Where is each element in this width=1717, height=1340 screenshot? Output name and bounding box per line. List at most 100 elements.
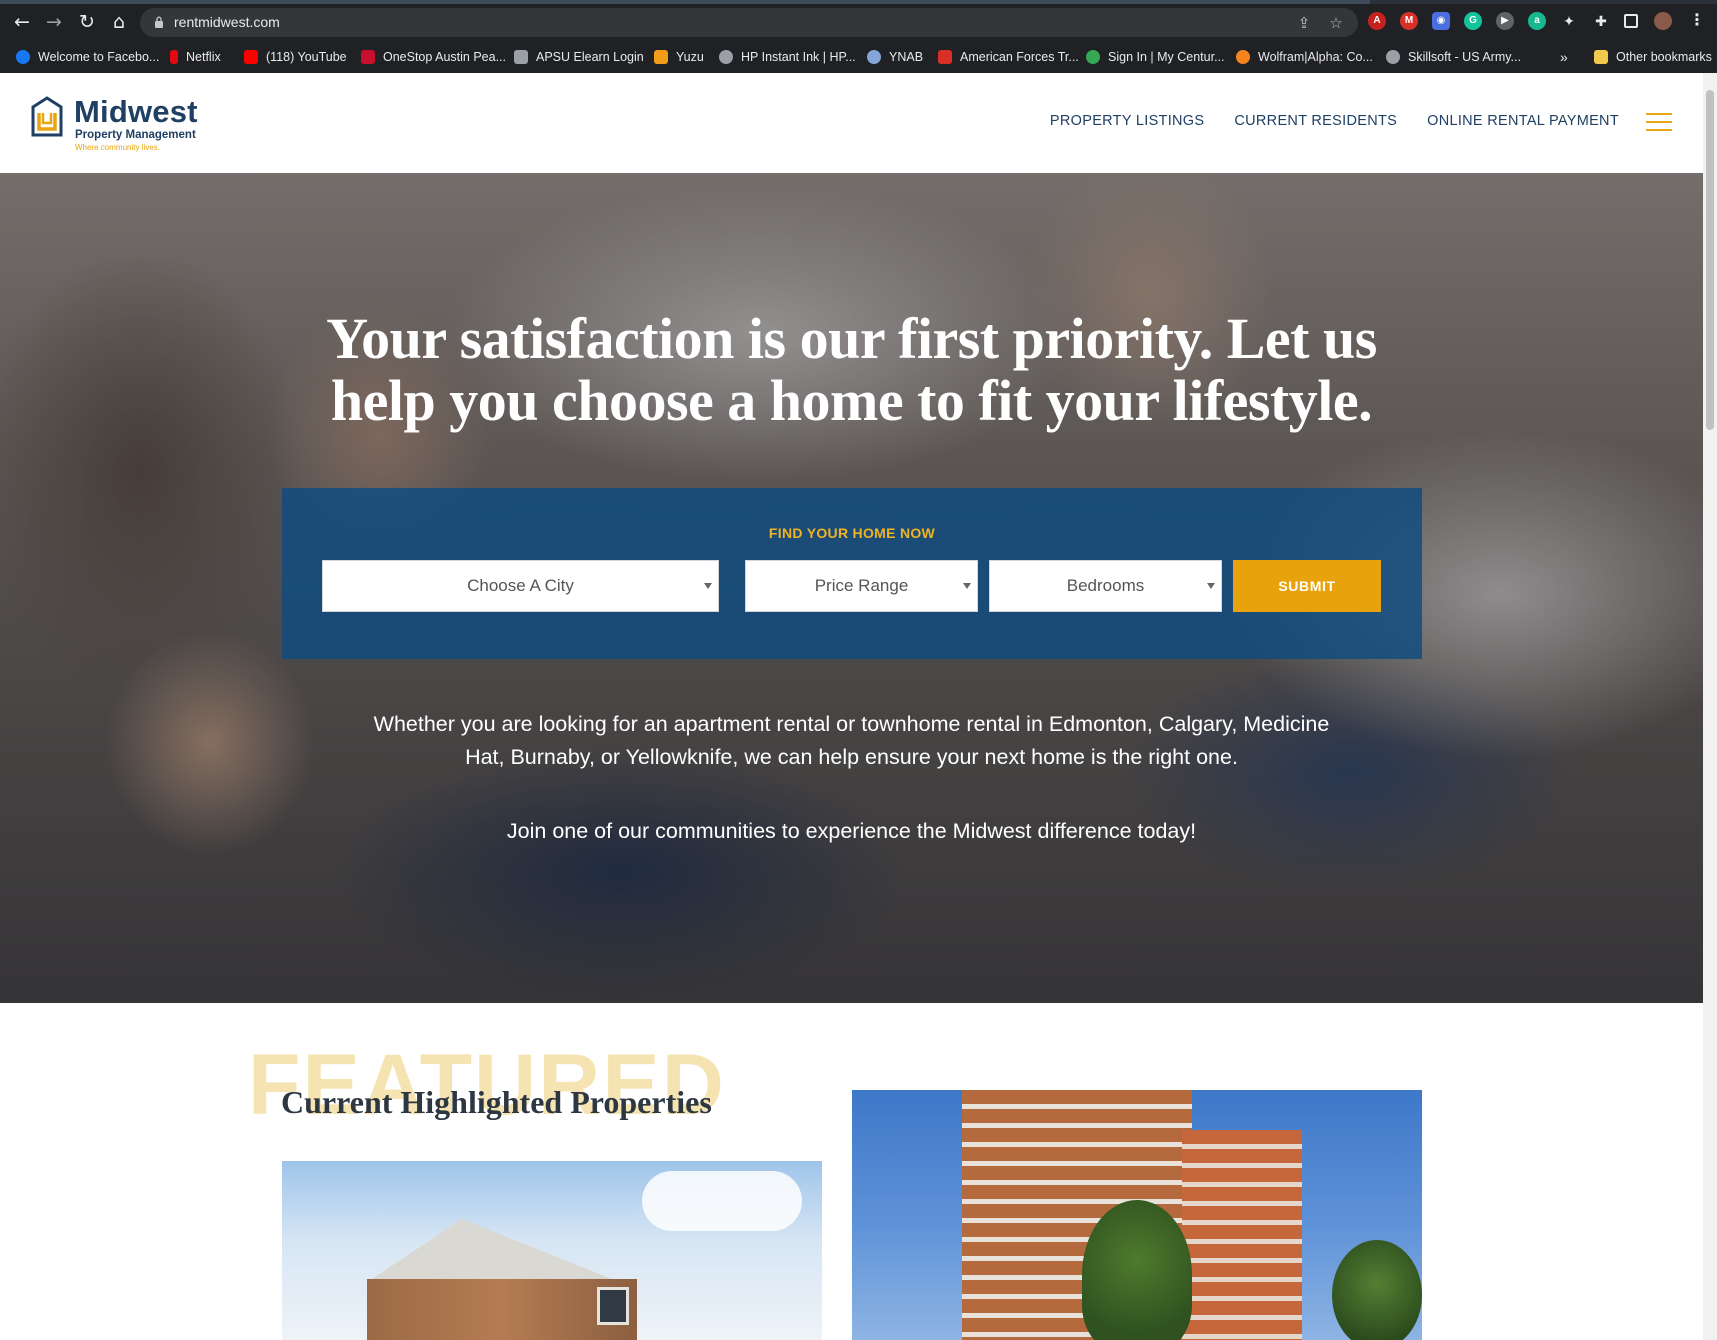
- bookmark-label: (118) YouTube: [266, 50, 347, 64]
- globe-icon: [1386, 50, 1400, 64]
- ynab-icon: [867, 50, 881, 64]
- hamburger-menu-icon[interactable]: [1646, 113, 1672, 133]
- browser-menu-icon[interactable]: ⋮: [1688, 12, 1706, 30]
- bookmark-wolfram[interactable]: Wolfram|Alpha: Co...: [1236, 46, 1373, 68]
- nav-online-rental-payment[interactable]: ONLINE RENTAL PAYMENT: [1427, 113, 1619, 129]
- bookmark-hp[interactable]: HP Instant Ink | HP...: [719, 46, 856, 68]
- bookmarks-overflow-chevron-icon[interactable]: »: [1560, 46, 1568, 68]
- city-select-value: Choose A City: [467, 576, 574, 595]
- facebook-icon: [16, 50, 30, 64]
- chevron-down-icon: [704, 583, 712, 589]
- hero-title-line-1: Your satisfaction is our first priority.…: [326, 306, 1377, 371]
- bookmark-label: American Forces Tr...: [960, 50, 1079, 64]
- nav-current-residents[interactable]: CURRENT RESIDENTS: [1234, 113, 1397, 129]
- hero-section: Your satisfaction is our first priority.…: [0, 173, 1703, 1003]
- bookmark-centurylink[interactable]: Sign In | My Centur...: [1086, 46, 1225, 68]
- other-bookmarks-folder[interactable]: Other bookmarks: [1594, 46, 1712, 68]
- logo-wordmark: Midwest: [74, 94, 198, 129]
- submit-button[interactable]: SUBMIT: [1233, 560, 1381, 612]
- bookmark-afn[interactable]: American Forces Tr...: [938, 46, 1079, 68]
- bookmark-label: APSU Elearn Login: [536, 50, 644, 64]
- bookmark-netflix[interactable]: Netflix: [170, 46, 221, 68]
- a-extension-icon[interactable]: a: [1528, 12, 1546, 30]
- share-icon[interactable]: ⇪: [1295, 14, 1313, 32]
- afn-icon: [938, 50, 952, 64]
- bookmark-star-icon[interactable]: ☆: [1327, 14, 1345, 32]
- logo-subtitle: Property Management: [75, 129, 196, 141]
- tower-shape: [1182, 1130, 1302, 1340]
- search-heading: FIND YOUR HOME NOW: [768, 525, 936, 541]
- chevron-down-icon: [1207, 583, 1215, 589]
- hero-title-line-2: help you choose a home to fit your lifes…: [330, 368, 1373, 433]
- bookmark-youtube[interactable]: (118) YouTube: [244, 46, 347, 68]
- bookmark-label: Skillsoft - US Army...: [1408, 50, 1521, 64]
- bookmark-label: Sign In | My Centur...: [1108, 50, 1225, 64]
- cloud-shape: [642, 1171, 802, 1231]
- d2l-icon: [514, 50, 528, 64]
- roof-shape: [372, 1219, 612, 1279]
- bookmark-label: Netflix: [186, 50, 221, 64]
- tree-shape: [1082, 1200, 1192, 1340]
- bedrooms-select[interactable]: Bedrooms: [989, 560, 1222, 612]
- home-search-panel: FIND YOUR HOME NOW Choose A City Price R…: [282, 488, 1422, 659]
- reload-icon[interactable]: ↻: [75, 10, 99, 34]
- bookmark-skillsoft[interactable]: Skillsoft - US Army...: [1386, 46, 1521, 68]
- globe-icon: [719, 50, 733, 64]
- tab-strip: [0, 0, 1717, 4]
- city-select[interactable]: Choose A City: [322, 560, 719, 612]
- address-bar[interactable]: rentmidwest.com ⇪ ☆: [140, 8, 1358, 37]
- home-icon[interactable]: ⌂: [107, 10, 131, 34]
- gmail-extension-icon[interactable]: M: [1400, 12, 1418, 30]
- nav-property-listings[interactable]: PROPERTY LISTINGS: [1050, 113, 1204, 129]
- yuzu-icon: [654, 50, 668, 64]
- wolfram-icon: [1236, 50, 1250, 64]
- chevron-down-icon: [963, 583, 971, 589]
- bookmark-label: YNAB: [889, 50, 924, 64]
- bookmark-yuzu[interactable]: Yuzu: [654, 46, 704, 68]
- price-select-value: Price Range: [814, 576, 909, 595]
- bookmark-label: HP Instant Ink | HP...: [741, 50, 856, 64]
- bookmark-onestop[interactable]: OneStop Austin Pea...: [361, 46, 506, 68]
- dropbox-extension-icon[interactable]: ✦: [1560, 12, 1578, 30]
- window-shape: [597, 1287, 629, 1325]
- play-extension-icon[interactable]: ▶: [1496, 12, 1514, 30]
- onestop-icon: [361, 50, 375, 64]
- url-text: rentmidwest.com: [174, 14, 280, 30]
- bookmark-label: OneStop Austin Pea...: [383, 50, 506, 64]
- bookmark-facebook[interactable]: Welcome to Facebo...: [16, 46, 159, 68]
- adblock-extension-icon[interactable]: A: [1368, 12, 1386, 30]
- bookmarks-bar: Welcome to Facebo... Netflix (118) YouTu…: [0, 41, 1717, 73]
- lock-icon: [155, 16, 163, 28]
- hero-call-to-action: Join one of our communities to experienc…: [506, 819, 1197, 843]
- back-arrow-icon[interactable]: ←: [10, 10, 34, 34]
- browser-chrome: ← → ↻ ⌂ rentmidwest.com ⇪ ☆ A M ◉ G ▶ a …: [0, 0, 1717, 73]
- side-panel-icon[interactable]: [1624, 14, 1638, 28]
- netflix-icon: [170, 50, 178, 64]
- logo-tagline: Where community lives.: [75, 143, 160, 152]
- grammarly-extension-icon[interactable]: G: [1464, 12, 1482, 30]
- featured-heading: Current Highlighted Properties: [281, 1084, 712, 1120]
- scrollbar-thumb[interactable]: [1706, 90, 1714, 430]
- other-bookmarks-label: Other bookmarks: [1616, 50, 1712, 64]
- puzzle-extensions-icon[interactable]: ✚: [1592, 12, 1610, 30]
- hero-description: Whether you are looking for an apartment…: [373, 712, 1330, 769]
- bedrooms-select-value: Bedrooms: [1066, 576, 1145, 595]
- property-photo-townhome[interactable]: [282, 1161, 822, 1340]
- property-photo-highrise[interactable]: [852, 1090, 1422, 1340]
- active-tab-indicator: [0, 0, 1370, 4]
- bookmark-label: Yuzu: [676, 50, 704, 64]
- tree-shape: [1332, 1240, 1422, 1340]
- page-scrollbar[interactable]: [1703, 73, 1717, 1340]
- camera-extension-icon[interactable]: ◉: [1432, 12, 1450, 30]
- bookmark-label: Wolfram|Alpha: Co...: [1258, 50, 1373, 64]
- bookmark-label: Welcome to Facebo...: [38, 50, 160, 64]
- centurylink-icon: [1086, 50, 1100, 64]
- profile-avatar[interactable]: [1654, 12, 1672, 30]
- price-range-select[interactable]: Price Range: [745, 560, 978, 612]
- youtube-icon: [244, 50, 258, 64]
- forward-arrow-icon[interactable]: →: [42, 10, 66, 34]
- main-nav: PROPERTY LISTINGS CURRENT RESIDENTS ONLI…: [1050, 113, 1619, 129]
- bookmark-ynab[interactable]: YNAB: [867, 46, 923, 68]
- bookmark-apsu[interactable]: APSU Elearn Login: [514, 46, 644, 68]
- logo-building-icon: [31, 96, 63, 137]
